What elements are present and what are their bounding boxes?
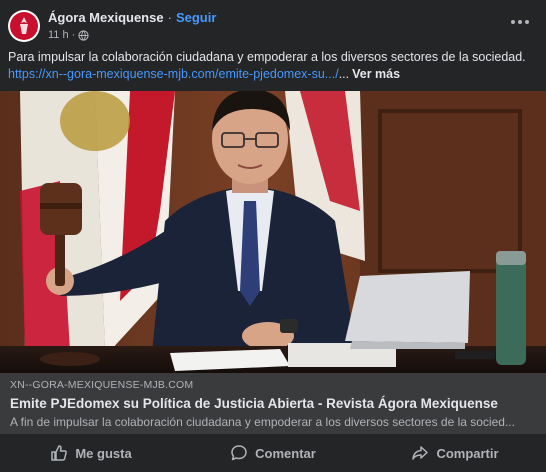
facebook-post-card: Ágora Mexiquense · Seguir 11 h · Para impu… xyxy=(0,0,546,472)
meta-separator: · xyxy=(71,29,76,41)
preview-description: A fin de impulsar la colaboración ciudad… xyxy=(10,415,515,429)
post-link[interactable]: https://xn--gora-mexiquense-mjb.com/emit… xyxy=(8,67,339,81)
comment-icon xyxy=(231,445,247,461)
header-separator: · xyxy=(167,10,172,25)
photo-illustration xyxy=(0,91,546,373)
post-timestamp[interactable]: 11 h xyxy=(48,28,69,42)
comment-button[interactable]: Comentar xyxy=(182,434,364,472)
share-icon xyxy=(412,446,429,460)
like-label: Me gusta xyxy=(75,445,132,461)
preview-title[interactable]: Emite PJEdomex su Política de Justicia A… xyxy=(10,396,498,411)
more-options-icon[interactable] xyxy=(508,12,532,32)
comment-label: Comentar xyxy=(255,445,316,461)
see-more-button[interactable]: Ver más xyxy=(352,67,400,81)
share-button[interactable]: Compartir xyxy=(364,434,546,472)
preview-domain: XN--GORA-MEXIQUENSE-MJB.COM xyxy=(10,379,194,391)
post-actions: Me gusta Comentar Compartir xyxy=(0,434,546,472)
page-avatar[interactable] xyxy=(8,10,40,42)
agora-logo-icon xyxy=(20,17,28,34)
post-text: Para impulsar la colaboración ciudadana … xyxy=(8,50,526,64)
globe-icon[interactable] xyxy=(78,29,89,41)
author-name[interactable]: Ágora Mexiquense xyxy=(48,10,164,25)
post-header: Ágora Mexiquense · Seguir xyxy=(48,10,216,26)
text-ellipsis: ... xyxy=(338,67,350,81)
post-meta: 11 h · xyxy=(48,28,89,42)
thumbs-up-icon xyxy=(51,445,68,461)
post-image[interactable] xyxy=(0,91,546,373)
follow-button[interactable]: Seguir xyxy=(176,10,216,25)
share-label: Compartir xyxy=(436,445,499,461)
link-preview[interactable]: XN--GORA-MEXIQUENSE-MJB.COM Emite PJEdom… xyxy=(0,373,546,434)
like-button[interactable]: Me gusta xyxy=(0,434,182,472)
post-body: Para impulsar la colaboración ciudadana … xyxy=(8,49,538,83)
